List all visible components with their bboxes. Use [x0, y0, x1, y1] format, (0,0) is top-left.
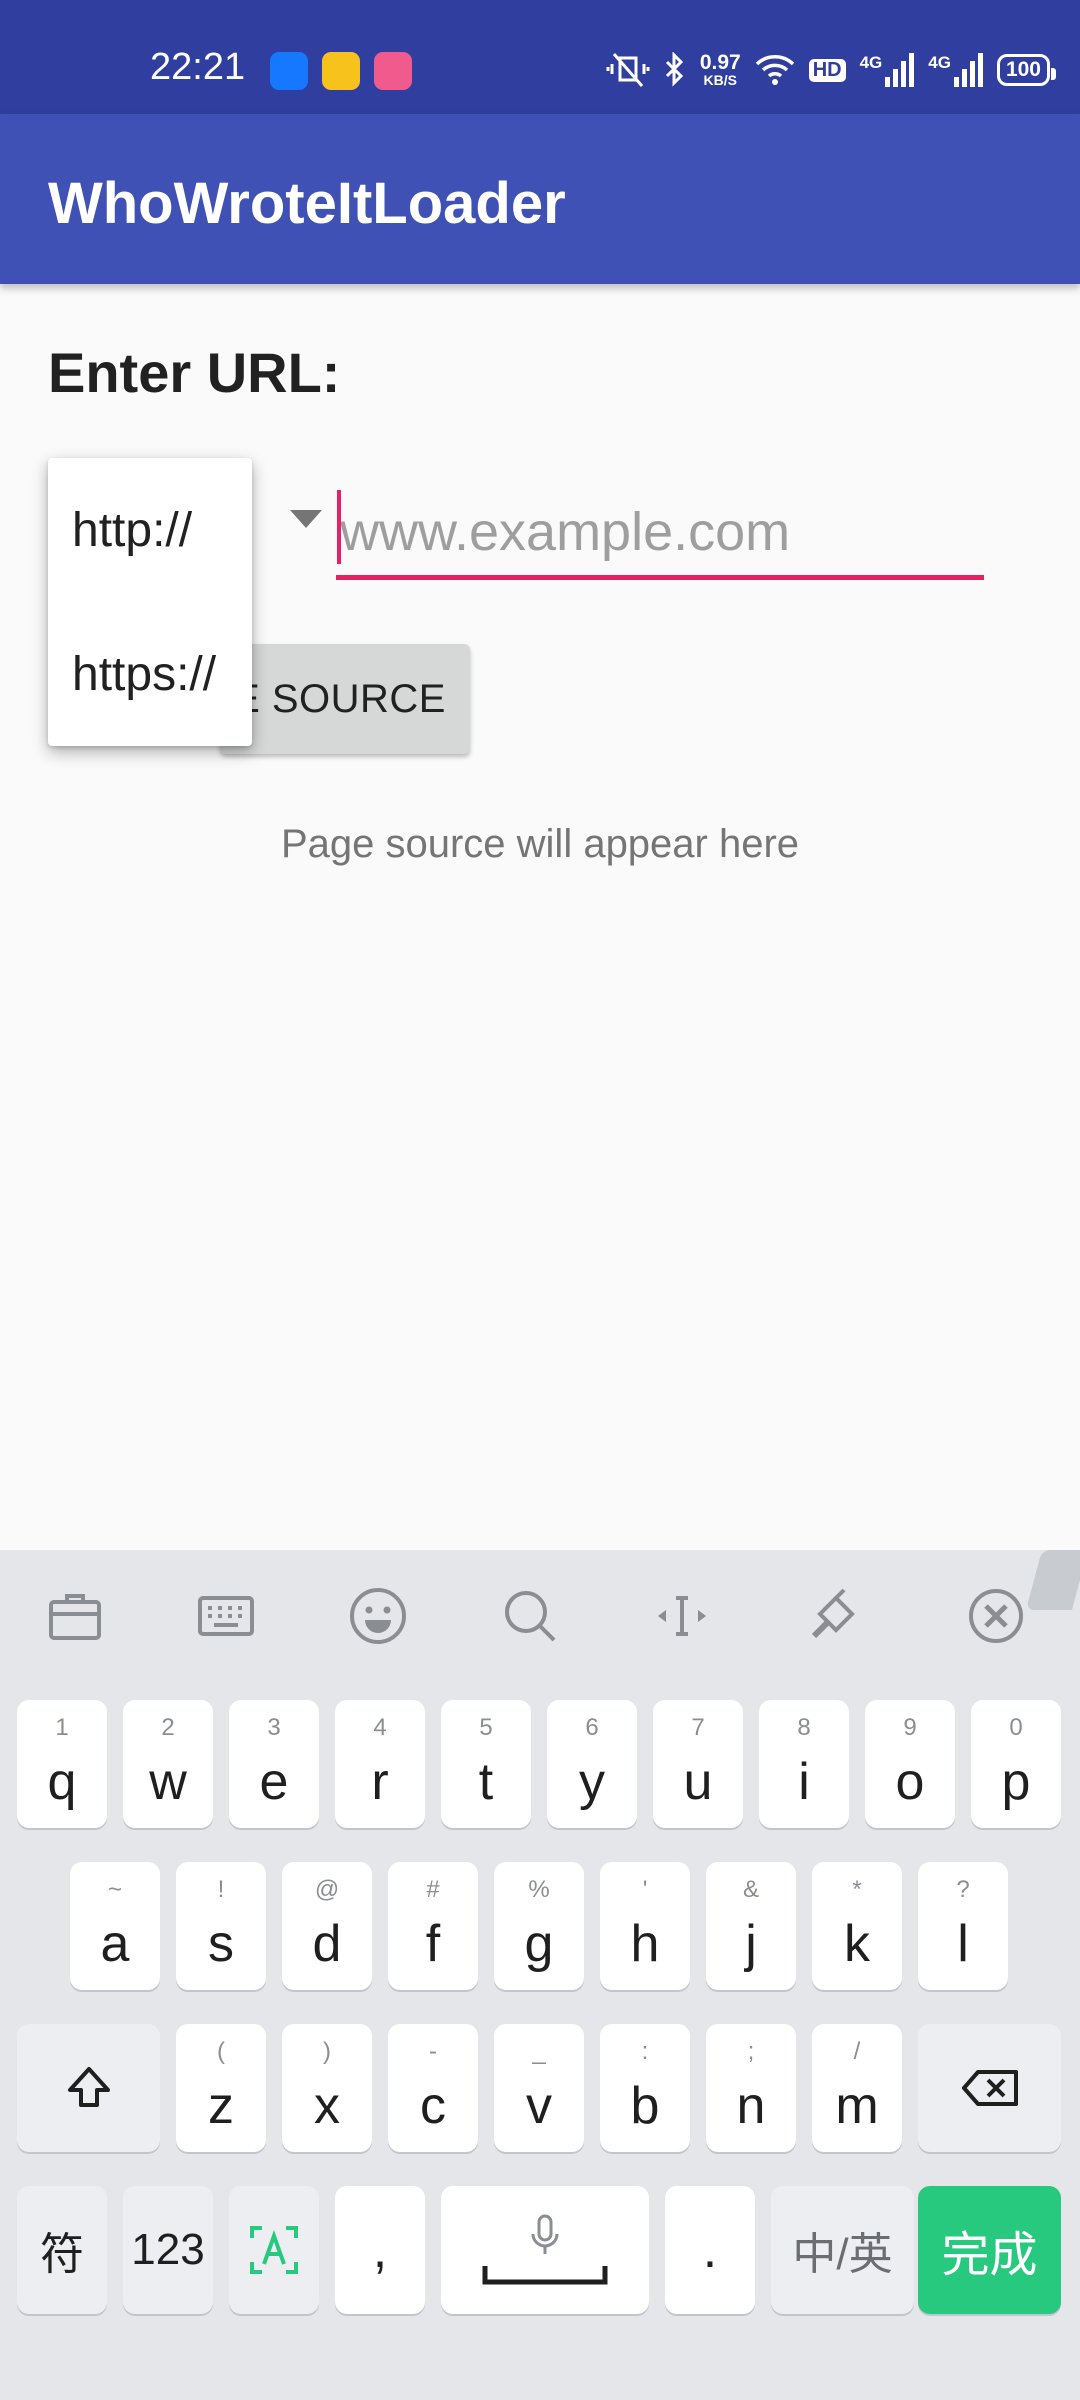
language-switch-key[interactable]: 中/英	[771, 2186, 914, 2314]
battery-indicator: 100	[996, 54, 1057, 86]
key-f[interactable]: # f	[388, 1862, 478, 1990]
keyboard-icon[interactable]	[194, 1584, 258, 1648]
cursor-move-icon[interactable]	[650, 1584, 714, 1648]
enter-url-label: Enter URL:	[48, 341, 341, 404]
soft-keyboard: 1q 2w 3e 4r 5t 6y 7u 8i 9o 0p ~ a ! s @ d #…	[0, 1550, 1080, 2400]
key-u[interactable]: 7u	[653, 1700, 743, 1828]
status-time: 22:21	[150, 46, 246, 88]
symbols-key[interactable]: 符	[17, 2186, 107, 2314]
shift-arrow-icon	[67, 2067, 110, 2107]
status-bar: 22:21 0.97 KB/S HD 4G 4G 100	[0, 0, 1080, 114]
search-icon[interactable]	[498, 1584, 562, 1648]
backspace-key[interactable]	[918, 2024, 1061, 2152]
key-c[interactable]: -c	[388, 2024, 478, 2152]
signal-strength-2: 4G	[928, 53, 983, 87]
hd-voice-badge: HD	[808, 58, 846, 82]
key-z[interactable]: (z	[176, 2024, 266, 2152]
numbers-key[interactable]: 123	[123, 2186, 213, 2314]
key-s[interactable]: ! s	[176, 1862, 266, 1990]
period-key[interactable]: .	[665, 2186, 755, 2314]
key-j[interactable]: & j	[706, 1862, 796, 1990]
input-mode-key[interactable]	[229, 2186, 319, 2314]
get-page-source-button[interactable]: E SOURCE	[220, 644, 470, 754]
key-b[interactable]: :b	[600, 2024, 690, 2152]
key-e[interactable]: 3e	[229, 1700, 319, 1828]
space-bar-icon	[482, 2266, 608, 2285]
key-n[interactable]: ; n	[706, 2024, 796, 2152]
key-i[interactable]: 8i	[759, 1700, 849, 1828]
key-k[interactable]: * k	[812, 1862, 902, 1990]
key-d[interactable]: @ d	[282, 1862, 372, 1990]
space-key[interactable]	[441, 2186, 649, 2314]
shift-key[interactable]	[17, 2024, 160, 2152]
protocol-option-http[interactable]: http://	[48, 458, 252, 602]
skin-brush-icon[interactable]	[802, 1584, 866, 1648]
key-t[interactable]: 5t	[441, 1700, 531, 1828]
microphone-icon	[531, 2214, 559, 2254]
protocol-option-https[interactable]: https://	[48, 602, 252, 746]
bluetooth-icon	[665, 52, 683, 87]
toolbox-icon[interactable]	[43, 1584, 107, 1648]
ticket-app-icon	[374, 52, 412, 90]
text-mode-icon	[250, 2226, 298, 2274]
key-h[interactable]: ' h	[600, 1862, 690, 1990]
alipay-app-icon	[270, 52, 308, 90]
url-input[interactable]	[336, 488, 984, 580]
backspace-icon	[961, 2070, 1018, 2106]
collapse-close-icon[interactable]	[964, 1584, 1028, 1648]
key-x[interactable]: ) x	[282, 2024, 372, 2152]
status-indicators: 0.97 KB/S HD 4G 4G 100	[606, 48, 1057, 92]
done-key[interactable]: 完成	[918, 2186, 1061, 2314]
key-p[interactable]: 0p	[971, 1700, 1061, 1828]
key-g[interactable]: % g	[494, 1862, 584, 1990]
app-title: WhoWroteItLoader	[48, 171, 566, 236]
protocol-spinner-arrow-icon[interactable]	[290, 510, 322, 528]
keyboard-toolbar	[0, 1550, 1080, 1682]
key-r[interactable]: 4r	[335, 1700, 425, 1828]
keyboard-brand-logo	[1025, 1550, 1080, 1610]
wifi-icon	[755, 55, 794, 85]
emoji-icon[interactable]	[346, 1584, 410, 1648]
key-o[interactable]: 9o	[865, 1700, 955, 1828]
key-y[interactable]: 6y	[547, 1700, 637, 1828]
network-speed: 0.97 KB/S	[699, 51, 741, 88]
text-cursor	[337, 490, 341, 564]
key-a[interactable]: ~ a	[70, 1862, 160, 1990]
app-bar: WhoWroteItLoader	[0, 114, 1080, 284]
key-v[interactable]: _ v	[494, 2024, 584, 2152]
key-l[interactable]: ? l	[918, 1862, 1008, 1990]
signal-strength-1: 4G	[860, 53, 915, 87]
mute-vibrate-icon	[606, 53, 650, 87]
notes-app-icon	[322, 52, 360, 90]
page-source-text: Page source will appear here	[280, 822, 800, 866]
key-q[interactable]: 1q	[17, 1700, 107, 1828]
protocol-dropdown: http:// https://	[48, 458, 252, 746]
key-m[interactable]: / m	[812, 2024, 902, 2152]
comma-key[interactable]: ,	[335, 2186, 425, 2314]
key-w[interactable]: 2w	[123, 1700, 213, 1828]
